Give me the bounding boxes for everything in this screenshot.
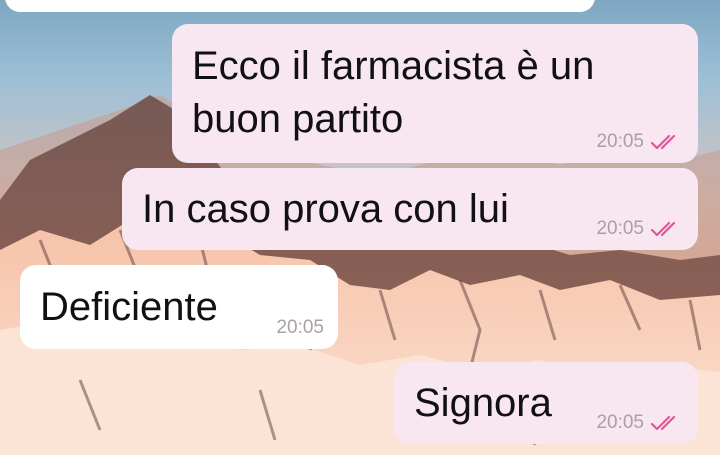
message-meta: 20:05	[596, 412, 684, 434]
message-meta: 20:05	[276, 317, 324, 339]
double-check-icon	[650, 415, 676, 431]
previous-message-bubble-partial[interactable]	[5, 0, 595, 12]
message-meta: 20:05	[596, 218, 684, 240]
message-bubble-incoming[interactable]: Deficiente 20:05	[20, 265, 338, 349]
message-meta: 20:05	[596, 131, 684, 153]
message-bubble-outgoing[interactable]: Signora 20:05	[394, 362, 698, 444]
double-check-icon	[650, 221, 676, 237]
message-time: 20:05	[596, 131, 644, 152]
message-bubble-outgoing[interactable]: In caso prova con lui 20:05	[122, 168, 698, 250]
message-time: 20:05	[596, 412, 644, 433]
message-bubble-outgoing[interactable]: Ecco il farmacista è un buon partito 20:…	[172, 24, 698, 163]
message-time: 20:05	[596, 218, 644, 239]
message-time: 20:05	[276, 317, 324, 338]
double-check-icon	[650, 134, 676, 150]
